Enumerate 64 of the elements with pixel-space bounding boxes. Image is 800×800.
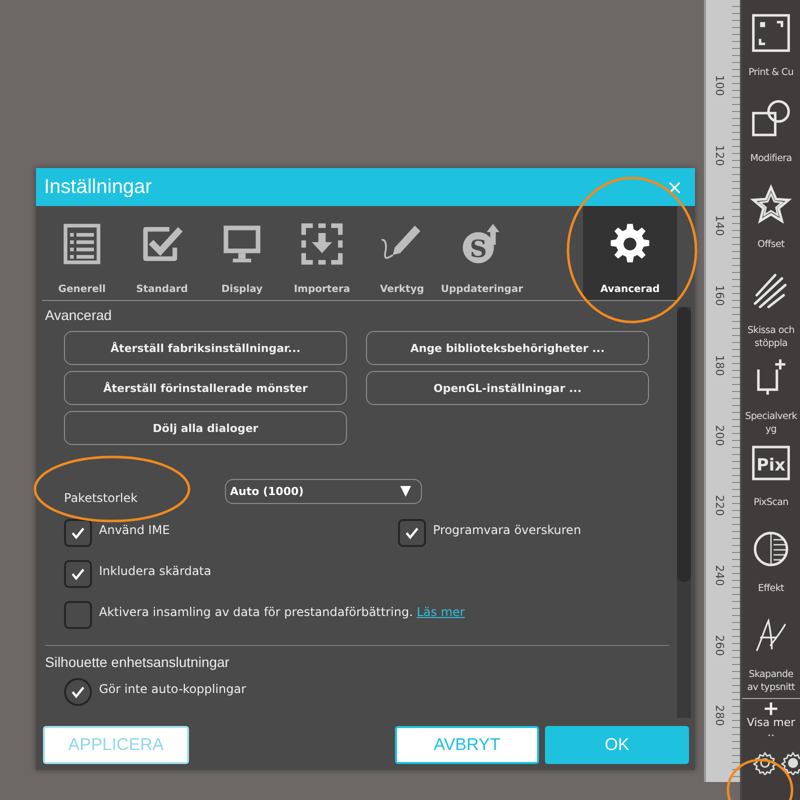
section-heading: Silhouette enhetsanslutningar — [45, 654, 230, 670]
sidebar-tool[interactable]: Skapande av typsnitt — [742, 610, 800, 696]
star-outline-icon — [750, 184, 792, 226]
import-arrow-icon — [300, 222, 344, 266]
ruler-label: 240 — [713, 565, 726, 586]
settings-tab[interactable]: Display — [202, 206, 282, 300]
ruler-label: 100 — [713, 75, 726, 96]
sidebar-tool-label: av typsnitt — [747, 681, 795, 694]
field-label: Paketstorlek — [64, 490, 139, 505]
ruler-label: 140 — [713, 215, 726, 236]
sidebar-tool-label: Modifiera — [750, 152, 792, 165]
sidebar-tool-label: Print & Cu — [748, 66, 794, 79]
gear-icon[interactable] — [781, 751, 800, 775]
option-label: Aktivera insamling av data för prestandaförbättring. Läs mer — [99, 604, 465, 619]
ruler-label: 200 — [713, 425, 726, 446]
section-heading: Avancerad — [45, 307, 113, 323]
sidebar-tool-label: Skissa och — [748, 324, 794, 337]
sidebar-tool-label: Effekt — [758, 582, 784, 595]
ruler-label: 120 — [713, 145, 726, 166]
sidebar-tool[interactable]: Specialverk yg — [742, 352, 800, 438]
action-button[interactable]: OpenGL-inställningar ... — [366, 371, 649, 405]
action-button[interactable]: Återställ fabriksinställningar... — [64, 331, 347, 365]
sidebar-tool[interactable]: Offset — [742, 180, 800, 266]
ruler-label: 260 — [713, 635, 726, 656]
option-label: Använd IME — [99, 522, 170, 537]
option-label: Programvara överskuren — [433, 522, 582, 537]
radio-button[interactable] — [64, 678, 92, 706]
sidebar-tool[interactable]: Modifiera — [742, 94, 800, 180]
action-button[interactable]: Återställ förinstallerade mönster — [64, 371, 347, 405]
sidebar-tool[interactable]: Pix PixScan — [742, 438, 800, 524]
sidebar-tool[interactable]: Skissa och stöppla — [742, 266, 800, 352]
settings-tab[interactable]: S Uppdateringar — [442, 206, 522, 300]
show-more-button[interactable]: + Visa mer .. — [746, 699, 796, 737]
ruler-label: 180 — [713, 355, 726, 376]
sidebar-tool[interactable]: Print & Cu — [742, 8, 800, 94]
read-more-link[interactable]: Läs mer — [416, 605, 465, 619]
checkbox[interactable] — [398, 519, 426, 547]
window-title: Inställningar — [44, 176, 152, 198]
ruler-label: 160 — [713, 285, 726, 306]
checkbox[interactable] — [64, 519, 92, 547]
sidebar-tool-label: stöppla — [754, 337, 788, 350]
action-button[interactable]: Dölj alla dialoger — [64, 411, 347, 445]
option-label: Inkludera skärdata — [99, 563, 212, 578]
settings-tab[interactable]: Avancerad — [583, 206, 677, 300]
ruler-label: 220 — [713, 495, 726, 516]
settings-tab[interactable]: Generell — [42, 206, 122, 300]
action-button[interactable]: Ange biblioteksbehörigheter ... — [366, 331, 649, 365]
settings-tab[interactable]: Verktyg — [362, 206, 442, 300]
settings-tab[interactable]: Standard — [122, 206, 202, 300]
sidebar-tool[interactable]: Effekt — [742, 524, 800, 610]
sidebar-tool-label: PixScan — [754, 496, 788, 509]
sidebar-tool-label: Specialverk — [745, 410, 797, 423]
settings-icon[interactable] — [753, 751, 777, 775]
scrollbar[interactable] — [677, 307, 691, 718]
ruler-label: 280 — [713, 705, 726, 726]
sidebar-tool-label: Skapande — [748, 668, 794, 681]
sidebar-tool-label: yg — [765, 423, 777, 436]
crop-frame-icon — [750, 12, 792, 54]
package-size-dropdown[interactable]: Auto (1000) ▼ — [225, 478, 422, 504]
checkbox[interactable] — [64, 560, 92, 588]
checkbox[interactable] — [64, 601, 92, 629]
sidebar-tool-label: Offset — [758, 238, 784, 251]
option-label: Gör inte auto-kopplingar — [99, 681, 246, 696]
settings-tab[interactable]: Importera — [282, 206, 362, 300]
